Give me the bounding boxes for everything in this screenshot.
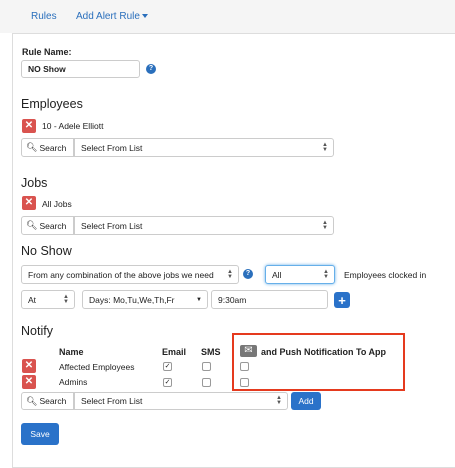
employees-clocked-in-text: Employees clocked in: [344, 270, 427, 280]
at-select-text: At: [28, 294, 37, 305]
count-select[interactable]: All ▲ ▼: [265, 265, 335, 284]
count-select-text: All: [272, 269, 282, 280]
updown-icon: ▲ ▼: [63, 293, 69, 305]
updown-icon: ▲ ▼: [276, 395, 282, 406]
caret-down-icon: [141, 14, 148, 19]
at-select[interactable]: At ▲ ▼: [21, 290, 75, 309]
employees-search-label: Search: [39, 142, 67, 153]
combination-select[interactable]: From any combination of the above jobs w…: [21, 265, 239, 284]
selected-employee: 10 - Adele Elliott: [42, 121, 104, 131]
updown-icon: ▲ ▼: [322, 219, 328, 231]
add-time-button[interactable]: +: [334, 292, 350, 308]
search-icon: 🔍︎: [26, 395, 38, 406]
employees-heading: Employees: [21, 97, 83, 111]
no-show-heading: No Show: [21, 244, 72, 258]
email-checkbox[interactable]: ✓: [163, 378, 172, 387]
col-sms-header: SMS: [201, 347, 221, 357]
col-email-header: Email: [162, 347, 187, 357]
time-input[interactable]: 9:30am: [211, 290, 328, 309]
sms-checkbox[interactable]: [202, 378, 211, 387]
employees-select[interactable]: Select From List ▲ ▼: [74, 138, 334, 157]
jobs-search-button[interactable]: 🔍︎ Search: [21, 216, 74, 235]
search-icon: 🔍︎: [26, 220, 38, 230]
selected-job: All Jobs: [42, 199, 72, 209]
notify-row-name: Admins: [59, 377, 88, 387]
remove-job-button[interactable]: ✕: [22, 196, 36, 210]
caret-down-icon: ▼: [196, 296, 202, 303]
notify-search-label: Search: [39, 396, 67, 406]
jobs-search-label: Search: [39, 220, 67, 231]
save-button[interactable]: Save: [21, 423, 59, 445]
notify-select[interactable]: Select From List ▲ ▼: [74, 392, 288, 410]
notify-row-name: Affected Employees: [59, 362, 135, 372]
sms-checkbox[interactable]: [202, 362, 211, 371]
updown-icon: ▲ ▼: [227, 268, 233, 280]
notify-add-button[interactable]: Add: [291, 392, 321, 410]
help-icon[interactable]: ?: [243, 269, 253, 279]
col-name-header: Name: [59, 347, 84, 357]
highlight-box: [232, 333, 405, 391]
top-nav-bar: Rules Add Alert Rule: [0, 0, 455, 33]
jobs-select-text: Select From List: [81, 220, 143, 231]
jobs-heading: Jobs: [21, 176, 48, 190]
combination-select-text: From any combination of the above jobs w…: [28, 269, 214, 280]
remove-employee-button[interactable]: ✕: [22, 119, 36, 133]
nav-add-alert-rule-dropdown[interactable]: Add Alert Rule: [76, 11, 148, 22]
add-alert-rule-label: Add Alert Rule: [76, 11, 140, 22]
nav-rules-link[interactable]: Rules: [31, 11, 57, 22]
search-icon: 🔍︎: [26, 142, 38, 152]
notify-heading: Notify: [21, 324, 53, 338]
help-icon[interactable]: ?: [146, 64, 156, 74]
updown-icon: ▲ ▼: [323, 268, 329, 280]
notify-search-button[interactable]: 🔍︎ Search: [21, 392, 74, 410]
remove-notify-row-button[interactable]: ✕: [22, 375, 36, 389]
days-select[interactable]: Days: Mo,Tu,We,Th,Fr ▼: [82, 290, 208, 309]
rule-name-input[interactable]: NO Show: [21, 60, 140, 78]
updown-icon: ▲ ▼: [322, 141, 328, 153]
employees-select-text: Select From List: [81, 142, 143, 153]
employees-search-button[interactable]: 🔍︎ Search: [21, 138, 74, 157]
rule-name-label: Rule Name:: [22, 47, 72, 57]
remove-notify-row-button[interactable]: ✕: [22, 359, 36, 373]
notify-select-text: Select From List: [81, 396, 143, 406]
days-select-text: Days: Mo,Tu,We,Th,Fr: [89, 294, 175, 305]
jobs-select[interactable]: Select From List ▲ ▼: [74, 216, 334, 235]
email-checkbox[interactable]: ✓: [163, 362, 172, 371]
